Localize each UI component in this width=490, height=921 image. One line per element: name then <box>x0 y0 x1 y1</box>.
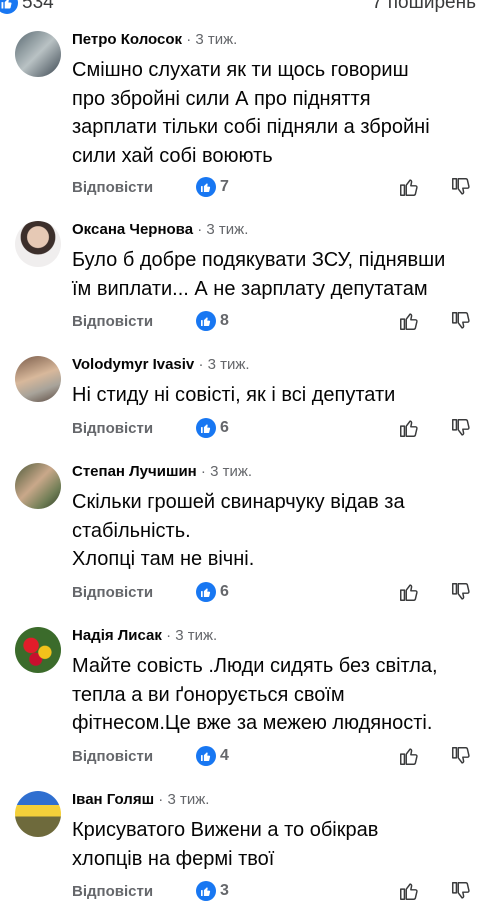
comment-header: Надія Лисак · 3 тиж. <box>72 627 218 644</box>
comment-text: Ні стиду ні совісті, як і всі депутати <box>72 381 482 410</box>
like-count-icon <box>196 311 216 331</box>
shares-count[interactable]: 7 поширень <box>372 0 476 14</box>
total-reactions-count[interactable]: 534 <box>22 0 54 14</box>
like-count[interactable]: 7 <box>220 178 229 196</box>
reply-button[interactable]: Відповісти <box>72 179 153 196</box>
reply-button[interactable]: Відповісти <box>72 313 153 330</box>
avatar[interactable] <box>15 356 61 402</box>
reply-button[interactable]: Відповісти <box>72 883 153 900</box>
comment-time[interactable]: 3 тиж. <box>206 221 248 238</box>
comment-time[interactable]: 3 тиж. <box>175 627 217 644</box>
comment-header: Volodymyr Ivasiv · 3 тиж. <box>72 356 250 373</box>
like-count[interactable]: 3 <box>220 882 229 900</box>
comment-text: Скільки грошей свинарчуку відав за стабі… <box>72 488 482 574</box>
comment-text-line: Майте совість .Люди сидять без світла, <box>72 655 438 677</box>
like-count-icon <box>196 418 216 438</box>
comment-header: Степан Лучишин · 3 тиж. <box>72 463 253 480</box>
author-name[interactable]: Іван Голяш <box>72 791 154 808</box>
reply-button[interactable]: Відповісти <box>72 748 153 765</box>
thumbs-down-icon[interactable] <box>450 310 472 332</box>
comment-text-line: Крисуватого Вижени а то обікрав <box>72 819 379 841</box>
author-name[interactable]: Степан Лучишин <box>72 463 197 480</box>
comment-time[interactable]: 3 тиж. <box>167 791 209 808</box>
like-count-icon <box>196 582 216 602</box>
comment-time[interactable]: 3 тиж. <box>195 31 237 48</box>
comment-text-line: їм виплати... А не зарплату депутатам <box>72 277 428 300</box>
author-name[interactable]: Оксана Чернова <box>72 221 193 238</box>
thumbs-up-icon[interactable] <box>398 310 420 332</box>
avatar[interactable] <box>15 221 61 267</box>
thumbs-down-icon[interactable] <box>450 581 472 603</box>
like-count-icon <box>196 881 216 901</box>
comment-text-line: Було б добре подякувати ЗСУ, піднявши <box>72 249 446 271</box>
like-count[interactable]: 6 <box>220 583 229 601</box>
thumbs-down-icon[interactable] <box>450 176 472 198</box>
avatar[interactable] <box>15 463 61 509</box>
like-count-icon <box>196 746 216 766</box>
comment-header: Оксана Чернова · 3 тиж. <box>72 221 249 238</box>
avatar[interactable] <box>15 31 61 77</box>
comment-time[interactable]: 3 тиж. <box>208 356 250 373</box>
comment-text-line: тепла а ви ґонорується своїм <box>72 683 345 706</box>
comment-header: Петро Колосок · 3 тиж. <box>72 31 238 48</box>
like-count[interactable]: 8 <box>220 312 229 330</box>
comment-text: Крисуватого Вижени а то обікрав хлопців … <box>72 816 482 873</box>
comment-text: Смішно слухати як ти щось говориш про зб… <box>72 56 482 170</box>
avatar[interactable] <box>15 627 61 673</box>
thumbs-down-icon[interactable] <box>450 745 472 767</box>
comment-time[interactable]: 3 тиж. <box>210 463 252 480</box>
thumbs-up-icon[interactable] <box>398 417 420 439</box>
like-count[interactable]: 6 <box>220 419 229 437</box>
comment-text-line: про збройні сили А про підняття <box>72 87 371 110</box>
author-name[interactable]: Петро Колосок <box>72 31 182 48</box>
thumbs-up-icon[interactable] <box>398 745 420 767</box>
comment-text-line: Хлопці там не вічні. <box>72 548 255 570</box>
comment-text-line: сили хай собі воюють <box>72 144 273 167</box>
comment-text-line: зарплати тільки собі підняли а збройні <box>72 116 430 138</box>
comment-text-line: стабільність. <box>72 519 191 542</box>
comment-header: Іван Голяш · 3 тиж. <box>72 791 210 808</box>
author-name[interactable]: Надія Лисак <box>72 627 162 644</box>
comment-text: Було б добре подякувати ЗСУ, піднявши їм… <box>72 246 482 303</box>
like-count-icon <box>196 177 216 197</box>
like-count[interactable]: 4 <box>220 747 229 765</box>
comment-text-line: Скільки грошей свинарчуку відав за <box>72 491 405 513</box>
thumbs-up-icon[interactable] <box>398 176 420 198</box>
author-name[interactable]: Volodymyr Ivasiv <box>72 356 194 373</box>
thumbs-up-icon[interactable] <box>398 880 420 902</box>
like-reaction-icon <box>0 0 18 14</box>
comment-text-line: фітнесом.Це вже за межею людяності. <box>72 712 433 734</box>
thumbs-down-icon[interactable] <box>450 880 472 902</box>
reply-button[interactable]: Відповісти <box>72 584 153 601</box>
reply-button[interactable]: Відповісти <box>72 420 153 437</box>
thumbs-up-icon[interactable] <box>398 581 420 603</box>
thumbs-down-icon[interactable] <box>450 417 472 439</box>
comment-text-line: Ні стиду ні совісті, як і всі депутати <box>72 384 396 406</box>
comment-text-line: хлопців на фермі твої <box>72 847 275 870</box>
comment-text: Майте совість .Люди сидять без світла, т… <box>72 652 482 738</box>
avatar[interactable] <box>15 791 61 837</box>
reactions-summary-bar: 534 7 поширень <box>0 0 490 16</box>
comment-text-line: Смішно слухати як ти щось говориш <box>72 59 409 81</box>
